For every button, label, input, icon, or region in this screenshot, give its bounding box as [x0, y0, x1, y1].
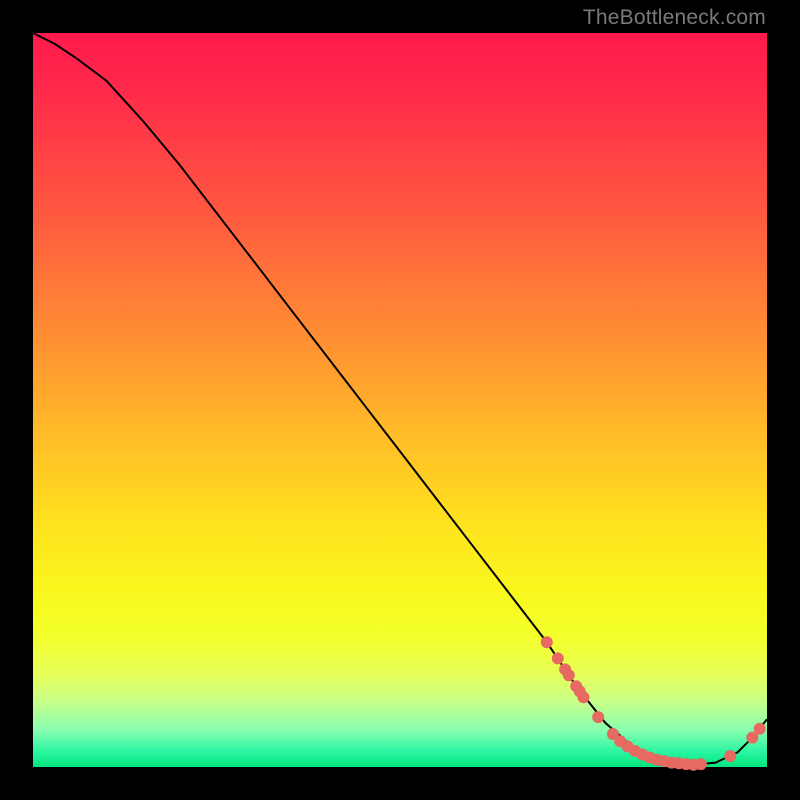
- data-point: [695, 758, 707, 770]
- highlight-dots: [541, 636, 766, 771]
- data-point: [541, 636, 553, 648]
- data-point: [754, 723, 766, 735]
- data-point: [578, 691, 590, 703]
- watermark-text: TheBottleneck.com: [583, 6, 766, 30]
- data-point: [563, 669, 575, 681]
- data-point: [552, 652, 564, 664]
- data-point: [724, 750, 736, 762]
- plot-area: [33, 33, 767, 767]
- data-point: [592, 711, 604, 723]
- chart-svg: [33, 33, 767, 767]
- chart-stage: TheBottleneck.com: [0, 0, 800, 800]
- bottleneck-curve: [33, 33, 767, 765]
